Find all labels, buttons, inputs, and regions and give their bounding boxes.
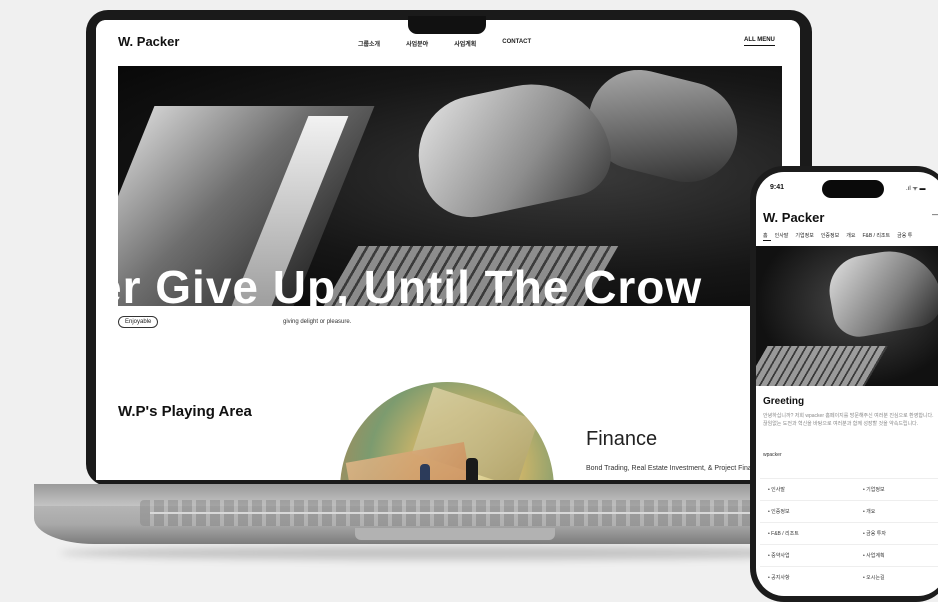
mobile-nav-greeting[interactable]: 인사말 (775, 232, 789, 239)
finance-title: Finance (586, 428, 658, 450)
mobile-nav-overview[interactable]: 개요 (846, 232, 855, 239)
mobile-logo[interactable]: W. Packer (763, 210, 824, 225)
status-icons: .ıl ᯤ ▬ (906, 186, 926, 192)
link-notice[interactable]: • 공지사항 (760, 566, 855, 588)
main-nav: 그룹소개 사업분야 사업계획 CONTACT (358, 39, 531, 48)
keyboard-highlight (150, 512, 760, 514)
hero-banner: er Give Up, Until The Crow (118, 66, 782, 306)
finance-image (340, 382, 554, 480)
greeting-title: Greeting (763, 396, 805, 407)
mobile-nav-fnb[interactable]: F&B / 리조트 (862, 232, 890, 239)
greeting-signature: wpacker (763, 452, 782, 458)
mobile-nav-active-indicator (763, 240, 771, 241)
banknote-image (345, 442, 475, 480)
link-company[interactable]: • 기업정보 (855, 478, 938, 500)
nav-item-group-intro[interactable]: 그룹소개 (358, 39, 380, 48)
link-finance[interactable]: • 금융 투자 (855, 522, 938, 544)
mobile-nav-cert[interactable]: 인증정보 (821, 232, 839, 239)
mobile-hero-image (756, 246, 938, 386)
laptop-camera-notch (408, 16, 486, 34)
nav-item-business[interactable]: 사업분야 (406, 39, 428, 48)
finance-description: Bond Trading, Real Estate Investment, & … (586, 465, 764, 472)
mobile-nav: 홈 인사말 기업정보 인증정보 개요 F&B / 리조트 금융 투 (763, 232, 912, 239)
playing-area-title: W.P's Playing Area (118, 403, 252, 420)
enjoyable-tag: Enjoyable (118, 316, 159, 328)
hero-headline: er Give Up, Until The Crow (118, 261, 703, 306)
site-logo[interactable]: W. Packer (118, 34, 179, 49)
link-plan[interactable]: • 사업계획 (855, 544, 938, 566)
hero-image-keyboard (756, 346, 888, 386)
link-pharma[interactable]: • 중약사업 (760, 544, 855, 566)
figurine-person (420, 464, 430, 480)
figurine-person (466, 458, 478, 480)
greeting-body: 안녕하십니까? 저희 wpacker 홈페이지를 방문해주신 여러분 진심으로 … (763, 413, 934, 427)
all-menu-link[interactable]: ALL MENU (744, 37, 775, 46)
mobile-nav-home[interactable]: 홈 (763, 232, 768, 239)
laptop-trackpad-notch (355, 528, 555, 540)
laptop-screen: W. Packer 그룹소개 사업분야 사업계획 CONTACT ALL MEN… (96, 20, 800, 480)
mobile-nav-finance[interactable]: 금융 투 (897, 232, 912, 239)
nav-item-contact[interactable]: CONTACT (502, 39, 531, 48)
link-overview[interactable]: • 개요 (855, 500, 938, 522)
phone-screen: 9:41 .ıl ᯤ ▬ W. Packer — 홈 인사말 기업정보 인증정보… (756, 172, 938, 596)
tagline: giving delight or pleasure. (283, 319, 352, 325)
mobile-nav-company[interactable]: 기업정보 (795, 232, 813, 239)
link-greeting[interactable]: • 인사말 (760, 478, 855, 500)
laptop-shadow (60, 546, 850, 560)
dynamic-island (822, 180, 884, 198)
link-cert[interactable]: • 인증정보 (760, 500, 855, 522)
link-fnb[interactable]: • F&B / 리조트 (760, 522, 855, 544)
nav-item-plan[interactable]: 사업계획 (454, 39, 476, 48)
status-time: 9:41 (770, 184, 785, 191)
hero-image-hand (407, 69, 619, 227)
hero-image-hand (823, 246, 938, 341)
hamburger-menu-icon[interactable]: — (932, 210, 938, 219)
link-location[interactable]: • 오시는길 (855, 566, 938, 588)
quick-links-grid: • 인사말 • 기업정보 • 인증정보 • 개요 • F&B / 리조트 • 금… (760, 478, 938, 588)
